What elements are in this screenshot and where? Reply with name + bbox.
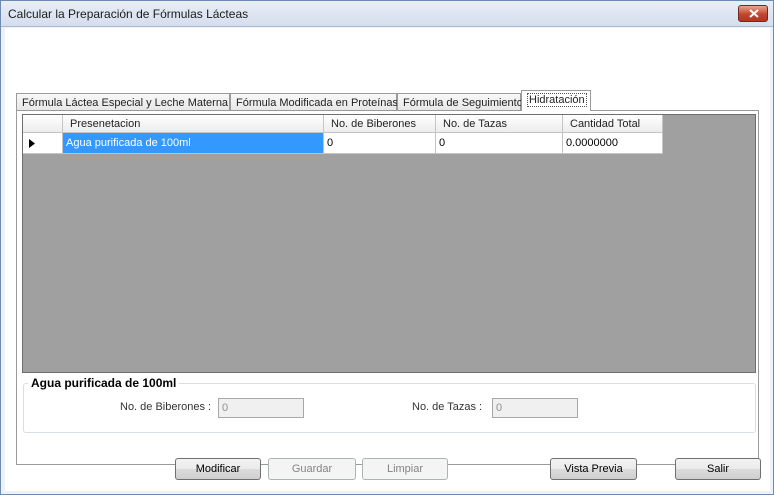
close-button[interactable] <box>738 5 768 22</box>
tazas-field[interactable]: 0 <box>492 398 578 418</box>
data-grid[interactable]: Presenetacion No. de Biberones No. de Ta… <box>22 114 756 373</box>
column-header-presentacion[interactable]: Presenetacion <box>63 115 324 133</box>
column-header-biberones[interactable]: No. de Biberones <box>324 115 436 133</box>
limpiar-button[interactable]: Limpiar <box>362 458 448 480</box>
biberones-field[interactable]: 0 <box>218 398 304 418</box>
tab-panel-hidratacion: Presenetacion No. de Biberones No. de Ta… <box>16 110 759 465</box>
column-header-cantidad[interactable]: Cantidad Total <box>563 115 663 133</box>
tab-label: Fórmula Láctea Especial y Leche Materna <box>22 97 229 109</box>
client-area: Fórmula Láctea Especial y Leche Materna … <box>5 28 770 491</box>
tab-label: Hidratación <box>527 93 587 107</box>
tab-formula-seguimiento[interactable]: Fórmula de Seguimiento <box>397 93 523 111</box>
group-title: Agua purificada de 100ml <box>28 376 180 390</box>
guardar-button[interactable]: Guardar <box>268 458 356 480</box>
tab-formula-lactea-especial[interactable]: Fórmula Láctea Especial y Leche Materna <box>16 93 230 111</box>
tab-label: Fórmula de Seguimiento <box>403 97 523 109</box>
tab-label: Fórmula Modificada en Proteínas <box>236 97 399 109</box>
details-groupbox: Agua purificada de 100ml No. de Biberone… <box>23 376 756 433</box>
salir-button[interactable]: Salir <box>675 458 761 480</box>
row-header[interactable] <box>23 133 63 154</box>
cell-presentacion[interactable]: Agua purificada de 100ml <box>63 133 324 154</box>
window-title: Calcular la Preparación de Fórmulas Láct… <box>8 7 249 21</box>
current-row-arrow-icon <box>29 139 35 148</box>
tazas-label: No. de Tazas : <box>412 401 483 413</box>
tab-hidratacion[interactable]: Hidratación <box>521 90 591 111</box>
tab-strip: Fórmula Láctea Especial y Leche Materna … <box>16 90 766 111</box>
tab-formula-modificada[interactable]: Fórmula Modificada en Proteínas <box>230 93 399 111</box>
cell-cantidad[interactable]: 0.0000000 <box>563 133 663 154</box>
title-bar: Calcular la Preparación de Fórmulas Láct… <box>1 1 773 27</box>
close-icon <box>749 9 759 18</box>
vista-previa-button[interactable]: Vista Previa <box>550 458 637 480</box>
cell-tazas[interactable]: 0 <box>436 133 563 154</box>
cell-biberones[interactable]: 0 <box>324 133 436 154</box>
biberones-label: No. de Biberones : <box>120 401 212 413</box>
row-header-corner <box>23 115 63 133</box>
modificar-button[interactable]: Modificar <box>175 458 261 480</box>
column-header-tazas[interactable]: No. de Tazas <box>436 115 563 133</box>
table-row[interactable]: Agua purificada de 100ml 0 0 0.0000000 <box>23 133 663 154</box>
grid-header: Presenetacion No. de Biberones No. de Ta… <box>23 115 663 133</box>
app-window: Calcular la Preparación de Fórmulas Láct… <box>0 0 774 495</box>
